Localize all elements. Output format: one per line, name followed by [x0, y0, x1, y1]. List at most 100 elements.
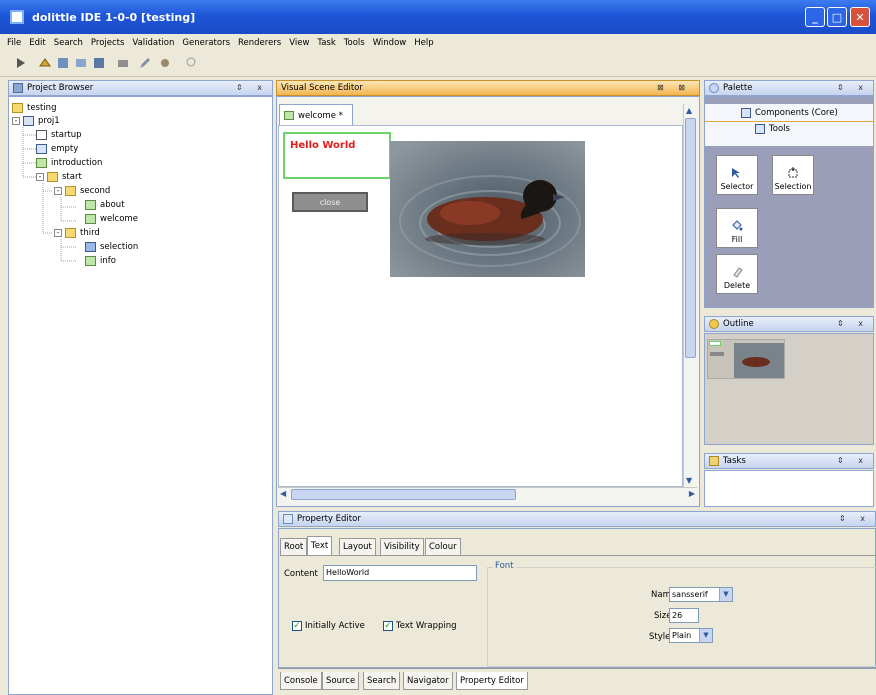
palette-controls[interactable]: ⇕ x	[837, 83, 869, 92]
delete-button[interactable]: Delete	[716, 254, 758, 294]
menu-renderers[interactable]: Renderers	[234, 38, 285, 48]
eraser-icon	[733, 267, 743, 278]
run-icon[interactable]	[14, 56, 28, 70]
project-browser-controls[interactable]: ⇕ x	[236, 83, 268, 92]
menu-window[interactable]: Window	[369, 38, 411, 48]
text-wrapping-checkbox[interactable]: ✓ Text Wrapping	[383, 621, 457, 631]
open-icon[interactable]	[74, 56, 88, 70]
menu-edit[interactable]: Edit	[25, 38, 49, 48]
tab-divider	[280, 555, 876, 556]
scene-icon	[284, 111, 294, 120]
chevron-down-icon[interactable]: ▼	[719, 588, 732, 601]
tab-visibility[interactable]: Visibility	[380, 538, 424, 555]
scene-editor-controls[interactable]: ⊠ ⊠	[657, 83, 691, 92]
tab-welcome[interactable]: welcome *	[279, 104, 353, 126]
outline-thumbnail[interactable]	[707, 339, 785, 379]
font-size-field[interactable]: 26	[669, 608, 699, 623]
menu-validation[interactable]: Validation	[128, 38, 178, 48]
scroll-right-icon[interactable]: ▶	[689, 489, 695, 498]
scene-editor-header: Visual Scene Editor ⊠ ⊠	[276, 80, 700, 96]
menu-projects[interactable]: Projects	[87, 38, 129, 48]
project-browser-icon	[13, 83, 23, 93]
font-style-select[interactable]: Plain ▼	[669, 628, 713, 643]
paint-bucket-icon	[732, 220, 743, 231]
font-name-select[interactable]: sansserif ▼	[669, 587, 733, 602]
hello-world-text: Hello World	[290, 140, 356, 151]
menu-help[interactable]: Help	[410, 38, 437, 48]
tab-property-editor[interactable]: Property Editor	[456, 672, 528, 690]
outline-header: Outline ⇕ x	[704, 316, 874, 332]
collapse-icon[interactable]: -	[12, 117, 20, 125]
selector-button[interactable]: Selector	[716, 155, 758, 195]
save-icon[interactable]	[92, 56, 106, 70]
outline-title: Outline	[723, 319, 754, 329]
maximize-button[interactable]: □	[827, 7, 847, 27]
project-icon	[23, 116, 34, 126]
chevron-down-icon[interactable]: ▼	[699, 629, 712, 642]
tab-source[interactable]: Source	[322, 672, 360, 690]
menu-view[interactable]: View	[285, 38, 313, 48]
content-field[interactable]: HelloWorld	[323, 565, 477, 581]
tab-layout[interactable]: Layout	[339, 538, 376, 555]
settings-icon[interactable]	[158, 56, 172, 70]
initially-active-checkbox[interactable]: ✓ Initially Active	[292, 621, 365, 631]
tasks-icon	[709, 456, 719, 466]
duck-photo	[390, 141, 585, 277]
project-tree-panel: testing - proj1 startup empty introductio…	[8, 96, 273, 695]
marquee-icon	[788, 167, 798, 178]
edit-icon[interactable]	[138, 56, 152, 70]
checkmark-icon: ✓	[383, 621, 393, 631]
tab-search[interactable]: Search	[363, 672, 401, 690]
menu-task[interactable]: Task	[313, 38, 339, 48]
print-icon[interactable]	[116, 56, 130, 70]
tree-lines	[22, 127, 77, 262]
palette-tools[interactable]: Tools	[755, 124, 790, 134]
menu-tools[interactable]: Tools	[340, 38, 369, 48]
close-button-element[interactable]: close	[292, 192, 368, 212]
tree-item-testing[interactable]: testing	[12, 102, 56, 114]
outline-controls[interactable]: ⇕ x	[837, 319, 869, 328]
tab-colour[interactable]: Colour	[425, 538, 461, 555]
scroll-down-icon[interactable]: ▼	[686, 476, 692, 485]
menu-file[interactable]: File	[3, 38, 25, 48]
palette-icon	[709, 83, 719, 93]
new-file-icon[interactable]	[56, 56, 70, 70]
tab-root[interactable]: Root	[280, 538, 308, 555]
outline-image-mark	[734, 343, 784, 378]
horizontal-scroll-thumb[interactable]	[291, 489, 516, 500]
palette-highlight-line	[705, 121, 873, 122]
toolbar	[0, 51, 876, 77]
menu-generators[interactable]: Generators	[178, 38, 234, 48]
scroll-left-icon[interactable]: ◀	[280, 489, 286, 498]
arrow-cursor-icon	[732, 168, 740, 178]
components-icon	[741, 108, 751, 118]
property-editor-controls[interactable]: ⇕ x	[839, 514, 871, 523]
minimize-button[interactable]: _	[805, 7, 825, 27]
fill-button[interactable]: Fill	[716, 208, 758, 248]
selection-button[interactable]: Selection	[772, 155, 814, 195]
duck-image[interactable]	[390, 141, 585, 277]
build-icon[interactable]	[38, 56, 52, 70]
property-editor-title: Property Editor	[297, 514, 361, 524]
tasks-controls[interactable]: ⇕ x	[837, 456, 869, 465]
window-title: dolittle IDE 1-0-0 [testing]	[32, 10, 196, 24]
tree-item-proj1[interactable]: - proj1	[12, 115, 60, 127]
property-editor-icon	[283, 514, 293, 524]
vertical-scroll-thumb[interactable]	[685, 118, 696, 358]
menu-search[interactable]: Search	[50, 38, 87, 48]
palette-components-core[interactable]: Components (Core)	[741, 108, 838, 118]
horizontal-scrollbar[interactable]: ◀ ▶	[278, 487, 697, 501]
lightbulb-icon[interactable]	[184, 56, 198, 70]
scroll-up-icon[interactable]: ▲	[686, 106, 692, 115]
close-window-button[interactable]: ✕	[850, 7, 870, 27]
palette-category-list: Components (Core) Tools	[705, 104, 873, 146]
vertical-scrollbar[interactable]: ▲ ▼	[683, 104, 697, 487]
content-label: Content	[284, 569, 318, 579]
font-group-label: Font	[493, 561, 516, 571]
tab-text[interactable]: Text	[307, 536, 333, 555]
property-editor-header: Property Editor ⇕ x	[278, 511, 876, 527]
tab-navigator[interactable]: Navigator	[403, 672, 453, 690]
project-browser-header: Project Browser ⇕ x	[8, 80, 273, 96]
menu-bar: File Edit Search Projects Validation Gen…	[0, 34, 876, 51]
tab-console[interactable]: Console	[280, 672, 322, 690]
